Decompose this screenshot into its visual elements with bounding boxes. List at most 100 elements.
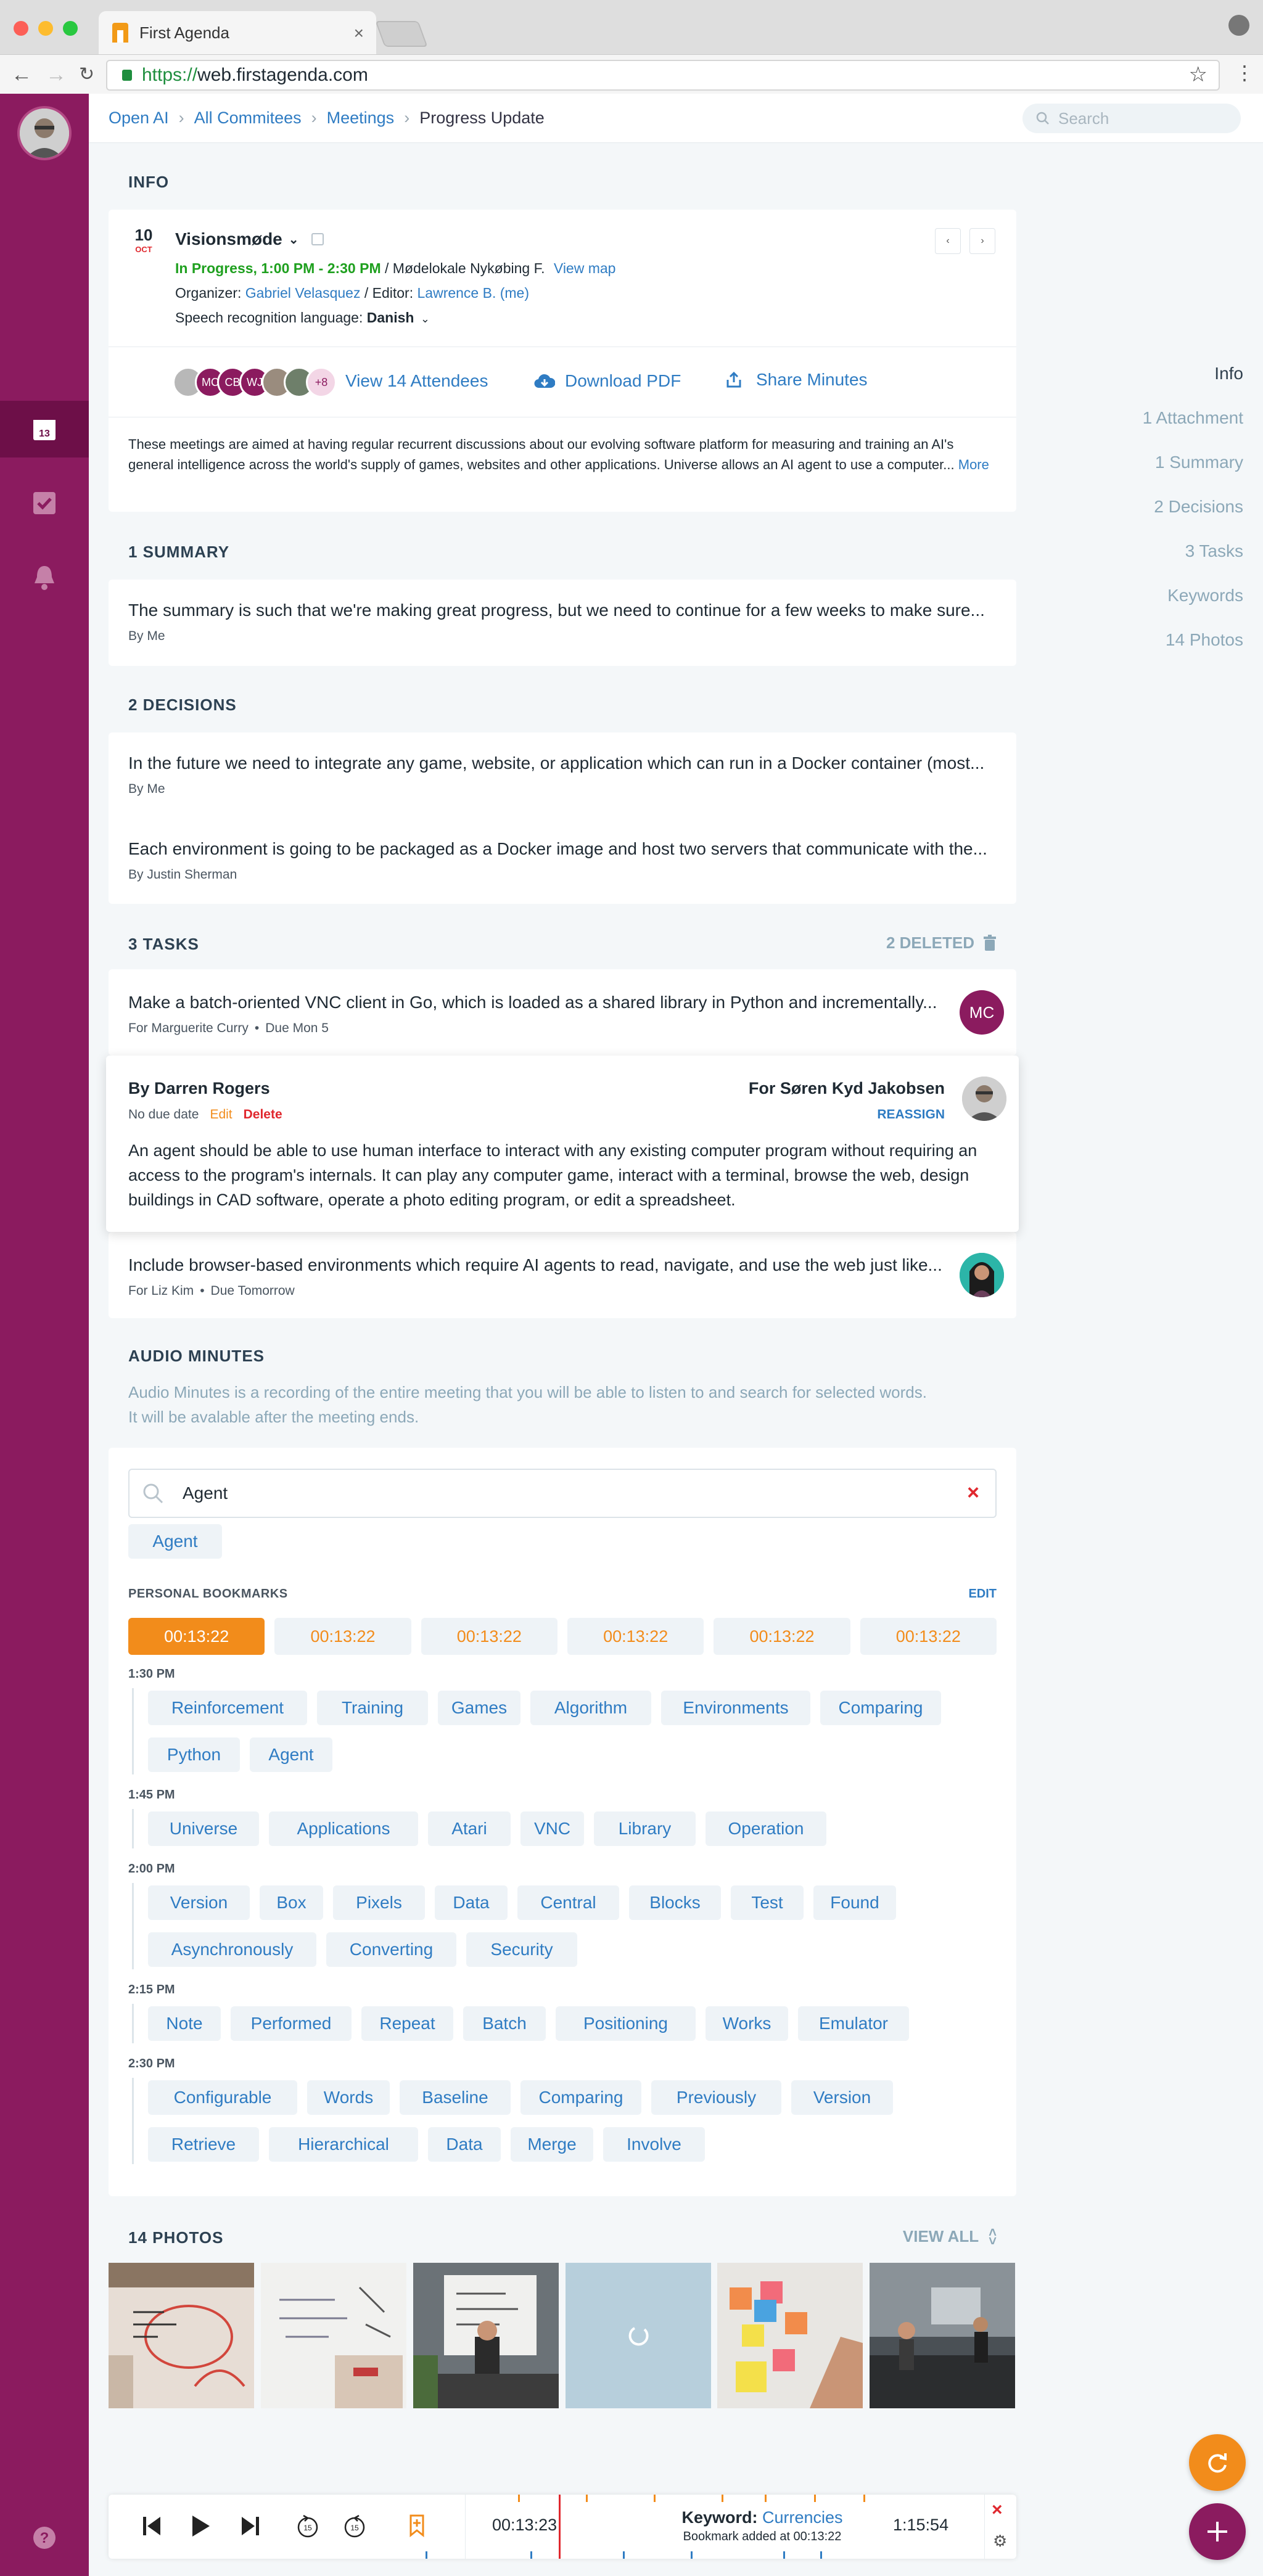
keyword-chip[interactable]: Previously (651, 2080, 781, 2115)
prev-meeting-button[interactable]: ‹ (935, 228, 961, 254)
bookmark-chip[interactable]: 00:13:22 (128, 1618, 265, 1655)
task-item[interactable]: Include browser-based environments which… (109, 1232, 1016, 1318)
search-input[interactable]: Search (1022, 104, 1241, 133)
decision-item[interactable]: Each environment is going to be packaged… (109, 818, 1016, 904)
section-nav-keywords[interactable]: Keywords (1083, 573, 1243, 618)
keyword-chip[interactable]: Training (317, 1691, 428, 1725)
keyword-chip[interactable]: Comparing (820, 1691, 941, 1725)
keyword-chip[interactable]: Words (307, 2080, 390, 2115)
keyword-chip[interactable]: Pixels (333, 1885, 425, 1920)
keyword-chip[interactable]: VNC (520, 1811, 584, 1846)
keyword-chip[interactable]: Version (148, 1885, 250, 1920)
view-attendees-button[interactable]: View 14 Attendees (345, 371, 488, 391)
edit-bookmarks-button[interactable]: EDIT (968, 1587, 997, 1601)
keyword-chip[interactable]: Agent (250, 1737, 332, 1772)
keyword-chip[interactable]: Python (148, 1737, 240, 1772)
section-nav-tasks[interactable]: 3 Tasks (1083, 529, 1243, 573)
delete-task-link[interactable]: Delete (244, 1107, 282, 1122)
keyword-chip[interactable]: Repeat (361, 2006, 453, 2041)
keyword-chip[interactable]: Batch (463, 2006, 546, 2041)
edit-task-link[interactable]: Edit (210, 1107, 232, 1122)
share-minutes-button[interactable]: Share Minutes (725, 370, 868, 390)
keyword-chip[interactable]: Converting (326, 1932, 456, 1967)
section-nav-summary[interactable]: 1 Summary (1083, 440, 1243, 485)
deleted-tasks-button[interactable]: 2 DELETED (886, 933, 997, 953)
keyword-chip[interactable]: Found (813, 1885, 896, 1920)
refresh-fab[interactable] (1189, 2434, 1246, 2491)
forward-15-icon[interactable]: 15 (343, 2514, 366, 2541)
keyword-chip[interactable]: Security (466, 1932, 577, 1967)
tasks-checkbox-icon[interactable] (27, 486, 62, 520)
user-avatar[interactable] (17, 106, 72, 160)
keyword-chip[interactable]: Hierarchical (269, 2127, 418, 2162)
browser-menu-icon[interactable]: ⋮ (1235, 61, 1254, 84)
back-icon[interactable]: ← (11, 62, 32, 87)
maximize-window-button[interactable] (63, 21, 78, 36)
chevron-down-icon[interactable]: ⌄ (421, 313, 430, 325)
organizer-link[interactable]: Gabriel Velasquez (245, 285, 361, 301)
keyword-value[interactable]: Currencies (762, 2508, 843, 2527)
skip-previous-icon[interactable] (143, 2516, 162, 2540)
keyword-chip[interactable]: Note (148, 2006, 221, 2041)
bookmark-chip[interactable]: 00:13:22 (714, 1618, 850, 1655)
photo-thumbnail[interactable] (109, 2263, 254, 2408)
meeting-title[interactable]: Visionsmøde ⌄ (175, 229, 324, 249)
help-icon[interactable]: ? (27, 2521, 62, 2555)
photo-thumbnail[interactable] (261, 2263, 406, 2408)
section-nav-decisions[interactable]: 2 Decisions (1083, 485, 1243, 529)
keyword-chip[interactable]: Atari (428, 1811, 511, 1846)
attendee-avatars[interactable]: MC CB WJ +8 (173, 365, 337, 400)
forward-icon[interactable]: → (46, 62, 67, 87)
keyword-chip[interactable]: Library (594, 1811, 696, 1846)
bookmark-chip[interactable]: 00:13:22 (421, 1618, 557, 1655)
speech-language-select[interactable]: Danish (367, 310, 414, 326)
keyword-chip[interactable]: Data (435, 1885, 508, 1920)
keyword-chip[interactable]: Applications (269, 1811, 418, 1846)
keyword-chip[interactable]: Test (731, 1885, 804, 1920)
chevron-down-icon[interactable]: ⌄ (289, 232, 299, 247)
keyword-chip[interactable]: Universe (148, 1811, 259, 1846)
keyword-chip[interactable]: Asynchronously (148, 1932, 316, 1967)
keyword-chip[interactable]: Comparing (520, 2080, 641, 2115)
assignee-avatar[interactable] (960, 1253, 1004, 1297)
decision-item[interactable]: In the future we need to integrate any g… (109, 732, 1016, 818)
download-pdf-button[interactable]: Download PDF (534, 371, 681, 391)
rewind-15-icon[interactable]: 15 (296, 2514, 319, 2541)
section-nav-attachment[interactable]: 1 Attachment (1083, 396, 1243, 440)
keyword-chip[interactable]: Box (260, 1885, 323, 1920)
photo-thumbnail[interactable] (717, 2263, 863, 2408)
more-link[interactable]: More (958, 457, 989, 472)
notifications-bell-icon[interactable] (27, 560, 62, 594)
section-nav-photos[interactable]: 14 Photos (1083, 618, 1243, 662)
keyword-chip[interactable]: Games (438, 1691, 520, 1725)
bookmark-chip[interactable]: 00:13:22 (860, 1618, 997, 1655)
playhead[interactable] (559, 2495, 561, 2559)
bookmark-chip[interactable]: 00:13:22 (567, 1618, 704, 1655)
editor-link[interactable]: Lawrence B. (me) (418, 285, 530, 301)
assignee-avatar[interactable]: MC (960, 990, 1004, 1035)
keyword-chip[interactable]: Operation (706, 1811, 826, 1846)
close-window-button[interactable] (14, 21, 28, 36)
keyword-chip[interactable]: Works (706, 2006, 788, 2041)
keyword-chip[interactable]: Positioning (556, 2006, 696, 2041)
keyword-chip[interactable]: Merge (511, 2127, 593, 2162)
keyword-chip[interactable]: Environments (661, 1691, 810, 1725)
assignee-avatar[interactable] (962, 1077, 1006, 1121)
selected-keyword-chip[interactable]: Agent (128, 1524, 222, 1559)
reload-icon[interactable]: ↻ (79, 62, 94, 87)
view-map-link[interactable]: View map (554, 260, 616, 276)
keyword-chip[interactable]: Emulator (798, 2006, 909, 2041)
keyword-chip[interactable]: Baseline (400, 2080, 511, 2115)
bookmark-star-icon[interactable]: ☆ (1189, 62, 1207, 87)
add-bookmark-icon[interactable] (407, 2513, 427, 2541)
close-player-icon[interactable]: × (992, 2500, 1003, 2521)
calendar-icon[interactable]: 13 (27, 412, 62, 446)
keyword-chip[interactable]: Reinforcement (148, 1691, 307, 1725)
player-settings-gear-icon[interactable]: ⚙ (993, 2532, 1007, 2551)
keyword-chip[interactable]: Data (428, 2127, 501, 2162)
reassign-button[interactable]: REASSIGN (877, 1107, 945, 1122)
task-item[interactable]: Make a batch-oriented VNC client in Go, … (109, 969, 1016, 1056)
bookmark-chip[interactable]: 00:13:22 (274, 1618, 411, 1655)
keyword-search-input[interactable]: Agent × (128, 1469, 997, 1518)
photo-thumbnail[interactable] (413, 2263, 559, 2408)
